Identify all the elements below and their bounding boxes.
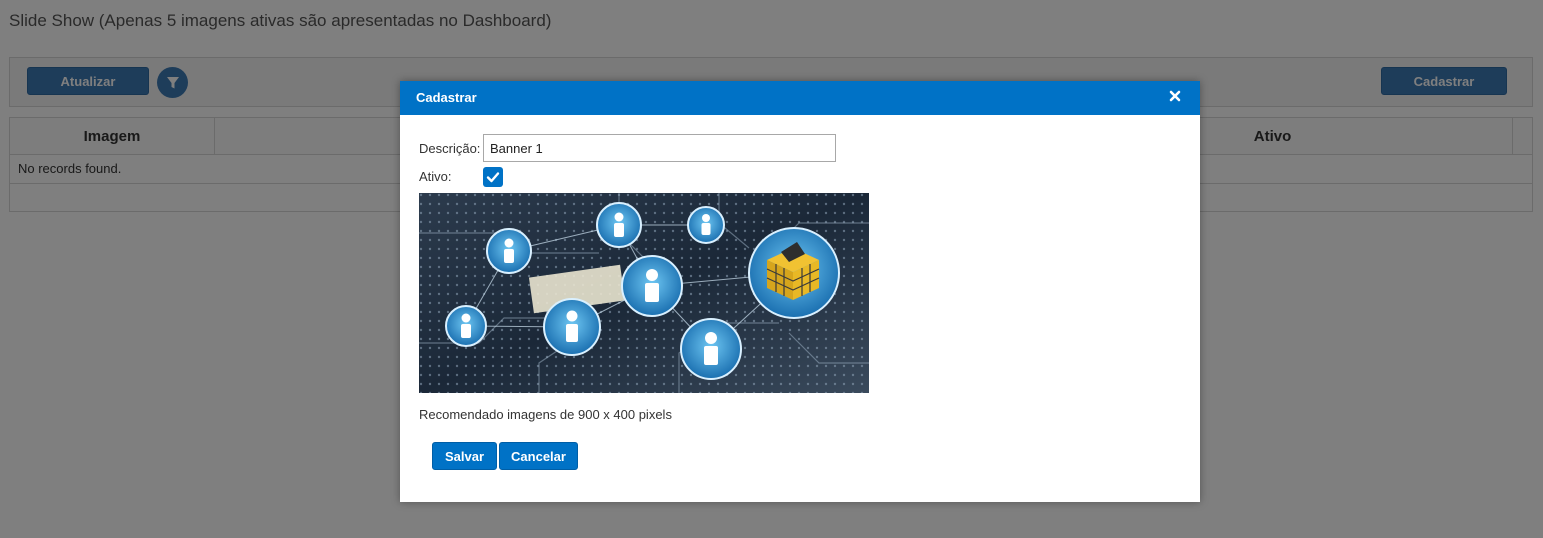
banner-image: [419, 193, 869, 393]
save-button[interactable]: Salvar: [432, 442, 497, 470]
page: Slide Show (Apenas 5 imagens ativas são …: [0, 0, 1543, 538]
close-icon[interactable]: [1168, 89, 1182, 103]
dialog-title: Cadastrar: [416, 90, 477, 105]
dialog-header: Cadastrar: [400, 81, 1200, 115]
checkmark-icon: [486, 172, 500, 183]
cancel-button[interactable]: Cancelar: [499, 442, 578, 470]
active-checkbox[interactable]: [483, 167, 503, 187]
image-size-hint: Recomendado imagens de 900 x 400 pixels: [419, 407, 672, 422]
create-dialog: Cadastrar Descrição: Ativo:: [400, 81, 1200, 502]
description-label: Descrição:: [419, 141, 481, 156]
active-label: Ativo:: [419, 169, 452, 184]
description-input[interactable]: [483, 134, 836, 162]
